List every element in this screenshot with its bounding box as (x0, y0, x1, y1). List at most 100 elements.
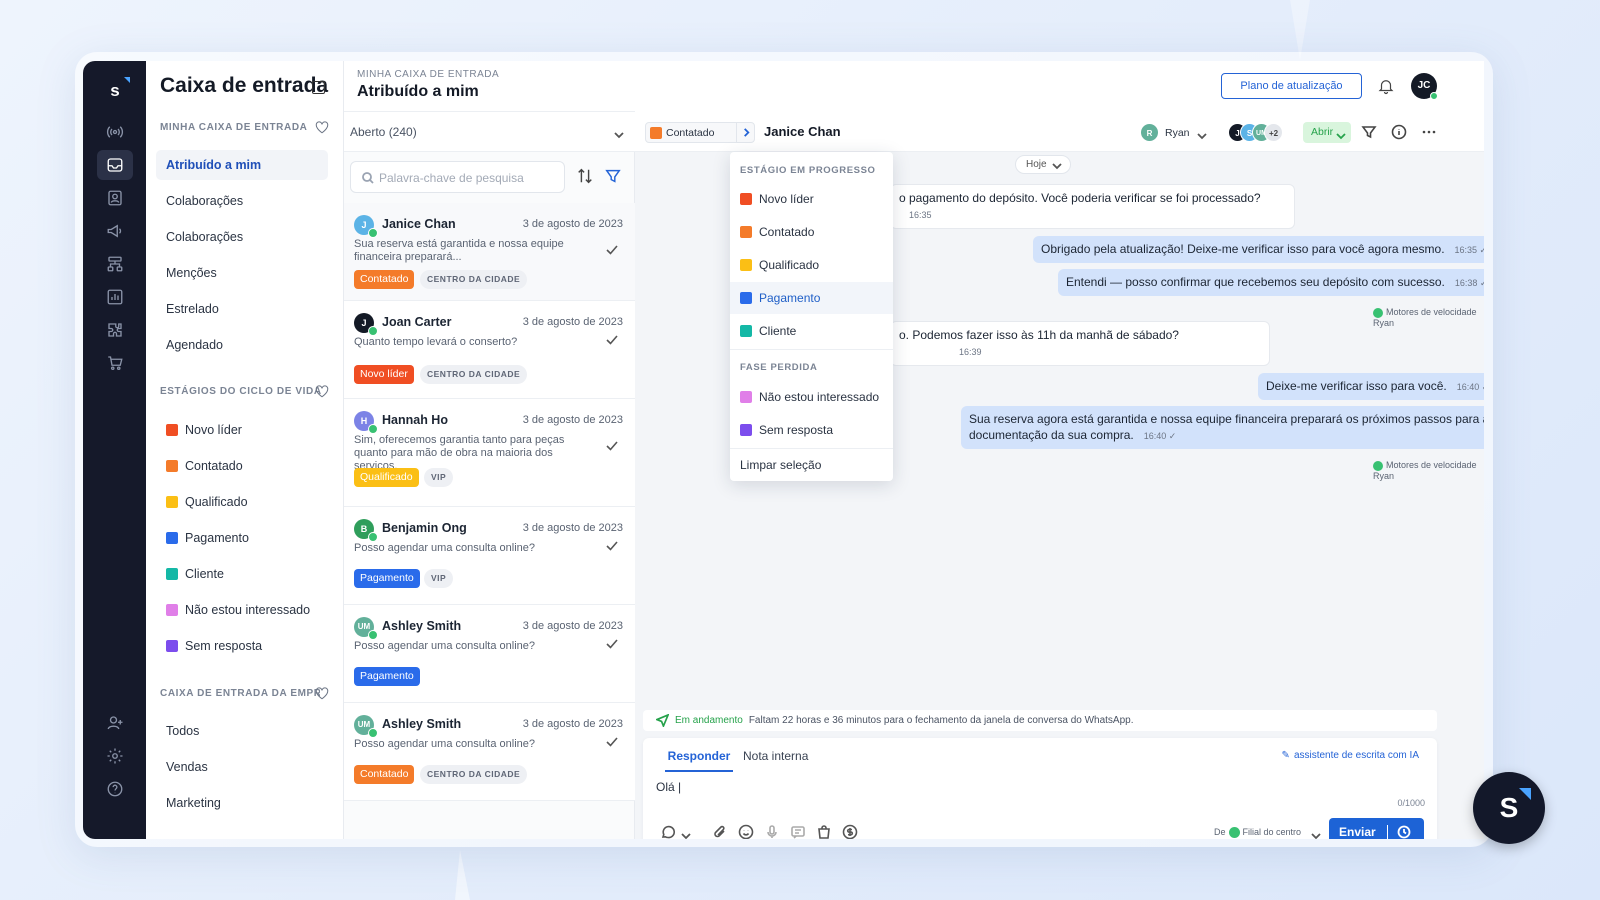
message-preview: Posso agendar uma consulta online? (354, 640, 536, 652)
megaphone-icon[interactable] (97, 216, 133, 246)
color-swatch (740, 325, 752, 337)
sidebar-stage-contacted[interactable]: Contatado (156, 451, 328, 481)
send-button[interactable]: Enviar (1329, 818, 1424, 839)
sidebar-stage-qualified[interactable]: Qualificado (156, 487, 328, 517)
user-avatar[interactable]: JC (1411, 73, 1438, 100)
conversation-item[interactable]: H Hannah Ho 3 de agosto de 2023 Sim, ofe… (344, 399, 635, 507)
heart-icon[interactable] (314, 120, 330, 134)
sidebar-item-scheduled[interactable]: Agendado (156, 330, 328, 360)
whatsapp-icon[interactable] (660, 824, 676, 839)
message-preview: Sua reserva está garantida e nossa equip… (354, 238, 564, 263)
chevron-down-icon (1052, 160, 1062, 170)
settings-icon[interactable] (97, 741, 133, 771)
heart-icon[interactable] (314, 384, 330, 398)
emoji-icon[interactable] (738, 824, 754, 839)
sidebar-stage-payment[interactable]: Pagamento (156, 523, 328, 553)
sidebar-item-all[interactable]: Todos (156, 716, 328, 746)
label-tag: CENTRO DA CIDADE (420, 765, 528, 784)
chevron-right-icon[interactable] (736, 123, 756, 142)
stage-tag: Qualificado (354, 468, 419, 487)
reports-icon[interactable] (97, 282, 133, 312)
status-filter[interactable]: Aberto (240) (344, 112, 635, 152)
tab-reply[interactable]: Responder (665, 749, 733, 772)
sidebar-item-mentions[interactable]: Menções (156, 258, 328, 288)
filter-icon[interactable] (604, 167, 624, 187)
message-meta: Motores de velocidade Ryan (1373, 460, 1477, 481)
sidebar-item-assigned[interactable]: Atribuído a mim (156, 150, 328, 180)
sidebar-item-sales[interactable]: Vendas (156, 752, 328, 782)
color-swatch (740, 226, 752, 238)
conversation-toolbar: Contatado Janice Chan R Ryan J S UM +2 A… (635, 112, 1484, 152)
workflow-icon[interactable] (97, 249, 133, 279)
color-swatch (166, 640, 178, 652)
contacts-icon[interactable] (97, 183, 133, 213)
template-icon[interactable] (790, 824, 806, 839)
collapse-sidebar-icon[interactable] (312, 81, 325, 94)
sidebar-stage-no-response[interactable]: Sem resposta (156, 631, 328, 661)
color-swatch (740, 424, 752, 436)
search-input[interactable] (379, 169, 559, 187)
upgrade-button[interactable]: Plano de atualização (1221, 73, 1362, 99)
sort-icon[interactable] (576, 167, 596, 187)
dropdown-item-no-response[interactable]: Sem resposta (730, 414, 893, 446)
inbox-icon[interactable] (97, 150, 133, 180)
microphone-icon[interactable] (764, 824, 780, 839)
sidebar-item-marketing[interactable]: Marketing (156, 788, 328, 818)
info-icon[interactable] (1391, 124, 1407, 140)
conversation-item[interactable]: J Joan Carter 3 de agosto de 2023 Quanto… (344, 301, 635, 399)
conversation-item[interactable]: UM Ashley Smith 3 de agosto de 2023 Poss… (344, 703, 635, 801)
channel-selector[interactable]: De Filial do centro (1214, 827, 1301, 839)
chevron-down-icon[interactable] (1311, 828, 1321, 839)
broadcast-icon[interactable] (97, 117, 133, 147)
paperclip-icon[interactable] (712, 824, 728, 839)
shopping-bag-icon[interactable] (816, 824, 832, 839)
search-box[interactable] (350, 161, 565, 193)
dropdown-item-not-interested[interactable]: Não estou interessado (730, 381, 893, 413)
dropdown-item-payment[interactable]: Pagamento (730, 282, 893, 314)
help-icon[interactable] (97, 774, 133, 804)
day-separator[interactable]: Hoje (1015, 155, 1071, 174)
clock-icon[interactable] (1397, 825, 1411, 839)
sidebar-item-starred[interactable]: Estrelado (156, 294, 328, 324)
incoming-message: o pagamento do depósito. Você poderia ve… (890, 184, 1295, 229)
cart-icon[interactable] (97, 348, 133, 378)
color-swatch (740, 391, 752, 403)
page-title: Atribuído a mim (357, 83, 479, 100)
tab-internal-note[interactable]: Nota interna (743, 749, 808, 763)
add-user-icon[interactable] (97, 708, 133, 738)
chevron-down-icon[interactable] (681, 828, 691, 839)
filter-icon[interactable] (1361, 124, 1377, 140)
conversation-contact-name: Janice Chan (764, 124, 841, 139)
sidebar-stage-customer[interactable]: Cliente (156, 559, 328, 589)
ai-writing-assistant[interactable]: ✎ assistente de escrita com IA (1282, 750, 1419, 761)
dropdown-section-progress: ESTÁGIO EM PROGRESSO (740, 165, 876, 176)
dropdown-item-qualified[interactable]: Qualificado (730, 249, 893, 281)
character-counter: 0/1000 (1397, 798, 1425, 808)
sidebar-stage-new-lead[interactable]: Novo líder (156, 415, 328, 445)
status-dropdown[interactable]: Abrir (1303, 122, 1351, 143)
sidebar-item-collaborations-2[interactable]: Colaborações (156, 222, 328, 252)
conversation-item[interactable]: UM Ashley Smith 3 de agosto de 2023 Poss… (344, 605, 635, 703)
dropdown-item-contacted[interactable]: Contatado (730, 216, 893, 248)
conversation-item[interactable]: B Benjamin Ong 3 de agosto de 2023 Posso… (344, 507, 635, 605)
more-icon[interactable] (1421, 124, 1437, 140)
payment-icon[interactable] (842, 824, 858, 839)
integrations-icon[interactable] (97, 315, 133, 345)
brand-fab-button[interactable]: s (1473, 772, 1545, 844)
reply-input[interactable]: Olá | (656, 780, 1416, 800)
conversation-date: 3 de agosto de 2023 (522, 218, 623, 230)
sidebar-item-collaborations[interactable]: Colaborações (156, 186, 328, 216)
outgoing-message: Obrigado pela atualização! Deixe-me veri… (1033, 236, 1484, 263)
avatar: B (354, 519, 378, 542)
stage-tag: Pagamento (354, 667, 420, 686)
dropdown-item-customer[interactable]: Cliente (730, 315, 893, 347)
brand-logo[interactable]: s (102, 77, 130, 104)
bell-icon[interactable] (1377, 77, 1395, 95)
conversation-item[interactable]: J Janice Chan 3 de agosto de 2023 Sua re… (344, 203, 635, 301)
conversation-date: 3 de agosto de 2023 (522, 414, 623, 426)
clear-selection-button[interactable]: Limpar seleção (730, 449, 893, 481)
dropdown-item-new-lead[interactable]: Novo líder (730, 183, 893, 215)
stage-selector[interactable]: Contatado (645, 122, 755, 143)
sidebar-stage-not-interested[interactable]: Não estou interessado (156, 595, 328, 625)
heart-icon[interactable] (314, 686, 330, 700)
